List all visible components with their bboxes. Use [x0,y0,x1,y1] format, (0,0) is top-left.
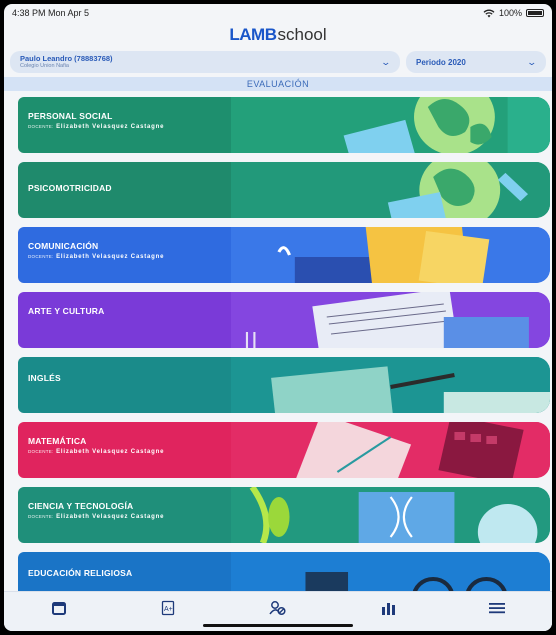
course-card-ciencia-y-tecnologia[interactable]: CIENCIA Y TECNOLOGÍA DOCENTE: Elizabeth … [18,487,550,543]
app-logo: LAMB school [4,22,552,48]
course-teacher: DOCENTE: Elizabeth Velasquez Castagne [28,124,164,130]
grades-icon[interactable]: A+ [156,599,180,617]
course-title: INGLÉS [28,373,61,383]
student-school: Colegio Union Nafia [20,62,69,69]
course-teacher: DOCENTE: Elizabeth Velasquez Castagne [28,254,164,260]
period-selector[interactable]: Periodo 2020 ⌄ [406,51,546,73]
calculator-illustration [230,422,550,478]
status-right: 100% [483,8,544,18]
globe-illustration [230,97,550,153]
course-card-psicomotricidad[interactable]: PSICOMOTRICIDAD [18,162,550,218]
teacher-name: Elizabeth Velasquez Castagne [56,124,165,130]
course-teacher: DOCENTE: Elizabeth Velasquez Castagne [28,449,164,455]
battery-icon [526,9,544,17]
teacher-label: DOCENTE: [28,449,54,454]
course-title: CIENCIA Y TECNOLOGÍA [28,501,134,511]
course-title: PERSONAL SOCIAL [28,111,113,121]
course-card-ingles[interactable]: INGLÉS [18,357,550,413]
teacher-label: DOCENTE: [28,514,54,519]
course-card-personal-social[interactable]: PERSONAL SOCIAL DOCENTE: Elizabeth Velas… [18,97,550,153]
books-illustration [230,227,550,283]
student-selector[interactable]: Paulo Leandro (78883768) Colegio Union N… [10,51,400,73]
status-time: 4:38 PM Mon Apr 5 [12,8,90,18]
course-card-comunicacion[interactable]: COMUNICACIÓN DOCENTE: Elizabeth Velasque… [18,227,550,283]
teacher-label: DOCENTE: [28,124,54,129]
teacher-name: Elizabeth Velasquez Castagne [56,254,165,260]
course-title: ARTE Y CULTURA [28,306,105,316]
card-text: INGLÉS [28,373,61,383]
course-list: PERSONAL SOCIAL DOCENTE: Elizabeth Velas… [4,91,552,608]
teacher-name: Elizabeth Velasquez Castagne [56,514,165,520]
teacher-label: DOCENTE: [28,254,54,259]
logo-lamb: LAMB [229,25,277,44]
card-text: PSICOMOTRICIDAD [28,183,112,193]
music-sheet-illustration [230,292,550,348]
course-card-arte-y-cultura[interactable]: ARTE Y CULTURA [18,292,550,348]
app-screen: 4:38 PM Mon Apr 5 100% LAMB school Paulo… [4,4,552,631]
card-text: EDUCACIÓN RELIGIOSA [28,568,132,578]
student-selector-text: Paulo Leandro (78883768) Colegio Union N… [20,55,113,69]
bottom-tab-bar: A+ [4,591,552,631]
status-bar: 4:38 PM Mon Apr 5 100% [4,4,552,22]
menu-icon[interactable] [485,599,509,617]
notebook-illustration [230,357,550,413]
card-text: PERSONAL SOCIAL DOCENTE: Elizabeth Velas… [28,111,164,130]
selectors-row: Paulo Leandro (78883768) Colegio Union N… [4,48,552,76]
wifi-icon [483,9,495,17]
calendar-icon[interactable] [47,599,71,617]
section-title: EVALUACIÓN [4,77,552,91]
student-name: Paulo Leandro (78883768) [20,54,113,63]
chevron-down-icon: ⌄ [526,56,538,67]
period-value: Periodo 2020 [416,57,466,67]
stats-icon[interactable] [376,599,400,617]
card-text: MATEMÁTICA DOCENTE: Elizabeth Velasquez … [28,436,164,455]
card-text: CIENCIA Y TECNOLOGÍA DOCENTE: Elizabeth … [28,501,164,520]
globe-illustration [230,162,550,218]
course-card-matematica[interactable]: MATEMÁTICA DOCENTE: Elizabeth Velasquez … [18,422,550,478]
course-teacher: DOCENTE: Elizabeth Velasquez Castagne [28,514,164,520]
chevron-down-icon: ⌄ [380,56,392,67]
course-title: MATEMÁTICA [28,436,87,446]
students-icon[interactable] [266,599,290,617]
svg-text:A+: A+ [164,606,173,613]
course-title: EDUCACIÓN RELIGIOSA [28,568,133,578]
teacher-name: Elizabeth Velasquez Castagne [56,449,165,455]
course-title: PSICOMOTRICIDAD [28,183,112,193]
course-title: COMUNICACIÓN [28,241,99,251]
card-text: ARTE Y CULTURA [28,306,104,316]
card-text: COMUNICACIÓN DOCENTE: Elizabeth Velasque… [28,241,164,260]
home-indicator [203,624,353,627]
battery-percent: 100% [498,8,522,18]
science-illustration [230,487,550,543]
logo-school: school [277,25,327,44]
